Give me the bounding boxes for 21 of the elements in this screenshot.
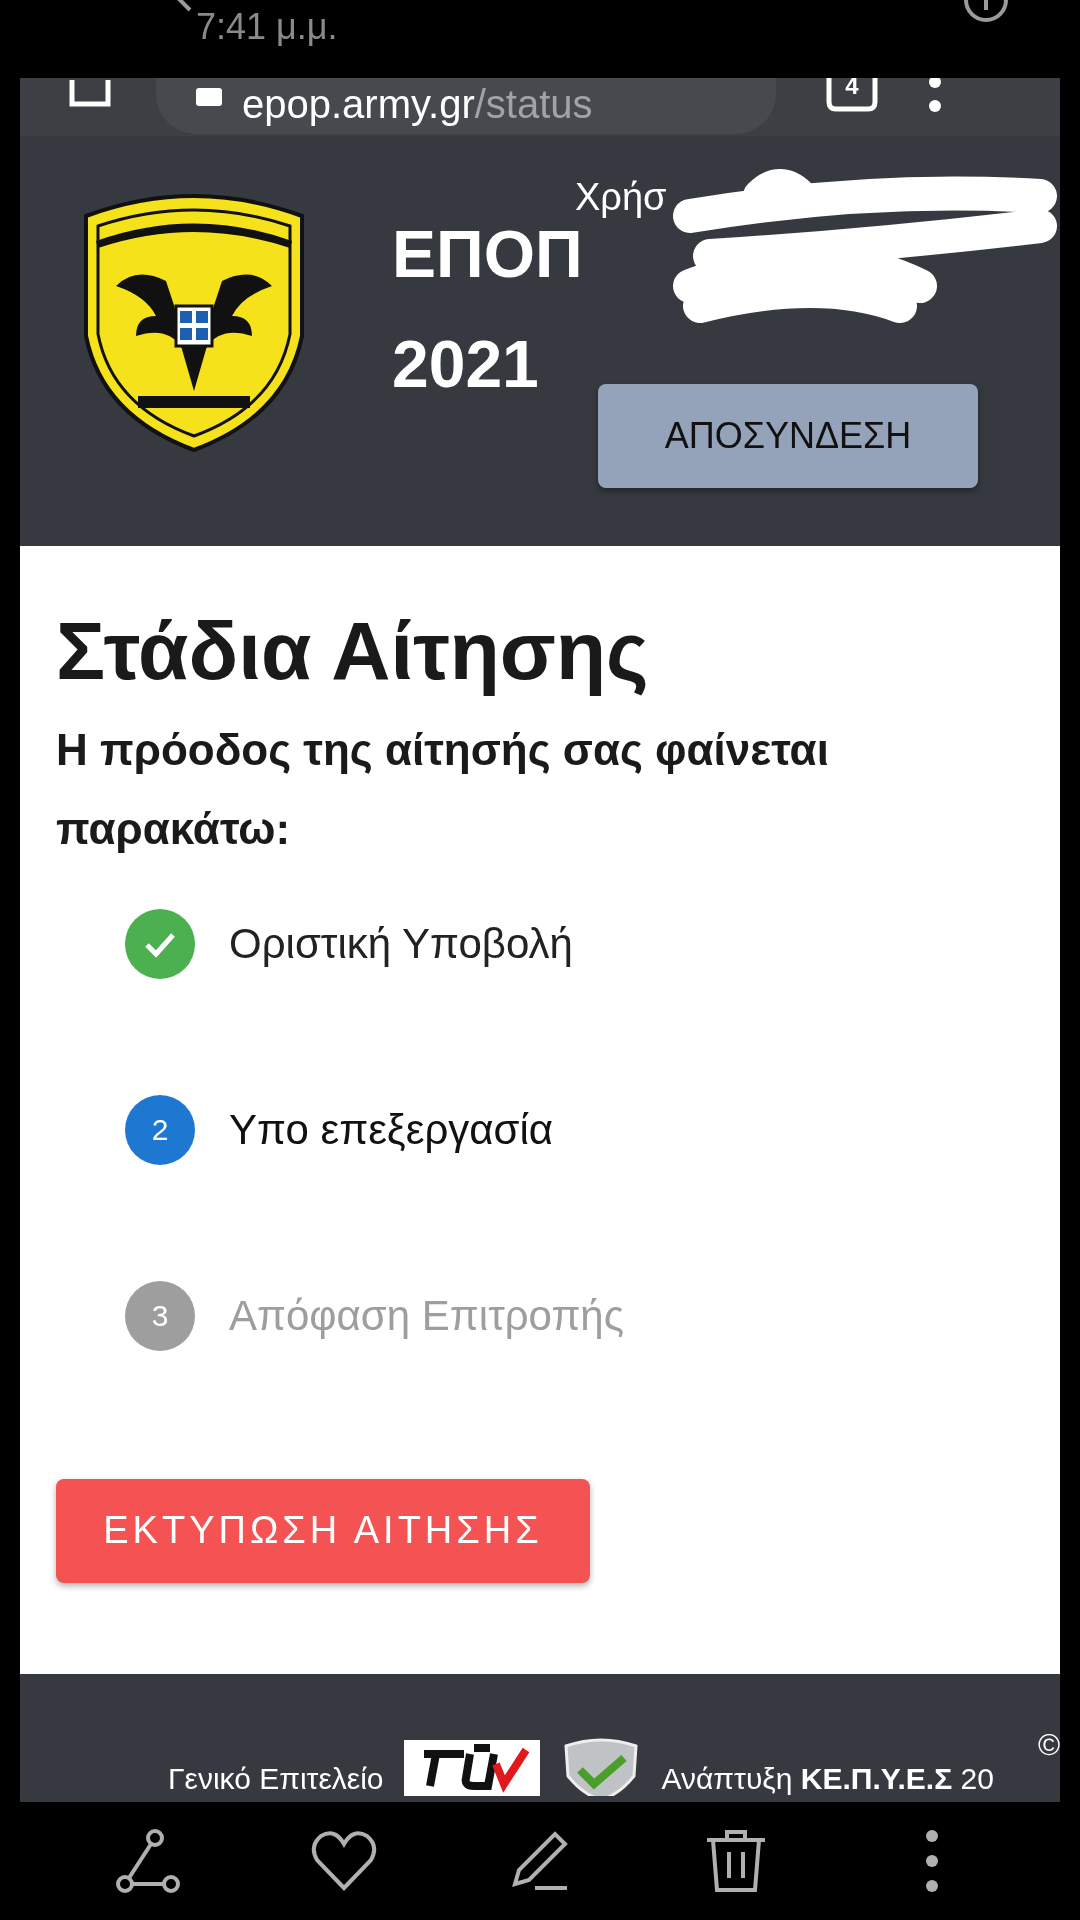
site-title: ΕΠΟΠ <box>392 217 583 292</box>
step-label: Απόφαση Επιτροπής <box>229 1291 624 1340</box>
home-icon[interactable] <box>68 80 112 108</box>
step-number: 3 <box>125 1280 195 1351</box>
footer-text: Γενικό Επιτελείο <box>168 1762 384 1796</box>
copyright-symbol: © <box>1037 1728 1060 1762</box>
footer-credit: Ανάπτυξη ΚΕ.Π.Υ.Ε.Σ 20 <box>661 1762 994 1796</box>
certification-logo-icon <box>403 1740 540 1796</box>
site-year: 2021 <box>392 326 539 402</box>
page-heading: Στάδια Αίτησης <box>56 606 650 697</box>
step-number: 2 <box>125 1094 195 1165</box>
step-label: Οριστική Υποβολή <box>229 919 573 968</box>
user-label: Χρήσ <box>575 176 667 219</box>
logout-button[interactable]: ΑΠΟΣΥΝΔΕΣΗ <box>598 384 978 488</box>
share-icon[interactable] <box>113 1826 183 1896</box>
address-bar[interactable]: epop.army.gr/status <box>156 78 776 134</box>
url-text: epop.army.gr/status <box>242 84 593 124</box>
status-time: 7:41 μ.μ. <box>196 6 338 48</box>
info-icon[interactable] <box>962 0 1010 22</box>
step-label: Υπο επεξεργασία <box>229 1105 554 1154</box>
page-subtitle: Η πρόοδος της αίτησής σας φαίνεται παρακάτω: <box>56 724 830 856</box>
